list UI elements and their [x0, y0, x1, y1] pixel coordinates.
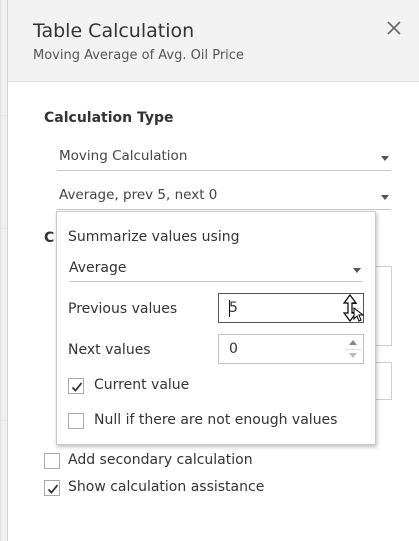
checkmark-icon [47, 484, 59, 494]
close-icon[interactable] [383, 17, 405, 39]
dialog-subtitle: Moving Average of Avg. Oil Price [33, 48, 244, 63]
checkbox-box [44, 453, 60, 469]
previous-values-input[interactable]: 5 [218, 293, 364, 323]
moving-calculation-popup: Summarize values using Average Previous … [56, 211, 376, 445]
spinner-down-icon[interactable] [349, 353, 357, 358]
add-secondary-calculation-label: Add secondary calculation [68, 452, 253, 468]
dropdown-caret-icon [353, 268, 361, 273]
next-values-value: 0 [229, 341, 238, 357]
calculation-type-select[interactable]: Moving Calculation [57, 145, 391, 171]
summarize-values-select[interactable]: Average [69, 258, 363, 282]
calculation-type-heading: Calculation Type [44, 110, 174, 126]
spinner-up-icon[interactable] [349, 299, 357, 304]
next-values-spinner[interactable] [345, 337, 361, 361]
current-value-label: Current value [94, 377, 190, 393]
dialog-header: Table Calculation Moving Average of Avg.… [8, 0, 419, 82]
next-values-label: Next values [68, 342, 151, 358]
checkbox-box [68, 378, 84, 394]
checkbox-box [68, 413, 84, 429]
dropdown-caret-icon [381, 156, 389, 161]
dropdown-caret-icon [381, 195, 389, 200]
previous-values-label: Previous values [68, 301, 178, 317]
previous-values-spinner[interactable] [345, 296, 361, 320]
spinner-down-icon[interactable] [349, 312, 357, 317]
calculation-type-value: Moving Calculation [59, 148, 188, 164]
next-values-input[interactable]: 0 [218, 334, 364, 364]
null-if-not-enough-label: Null if there are not enough values [94, 412, 338, 428]
text-cursor [229, 300, 230, 317]
summarize-values-label: Summarize values using [68, 229, 240, 245]
compute-using-heading-partial: C [44, 230, 55, 246]
previous-values-value: 5 [229, 300, 238, 316]
dialog-title: Table Calculation [33, 20, 195, 42]
show-calculation-assistance-label: Show calculation assistance [68, 479, 265, 495]
spinner-up-icon[interactable] [349, 340, 357, 345]
calculation-summary-select[interactable]: Average, prev 5, next 0 [57, 184, 391, 210]
calculation-summary-value: Average, prev 5, next 0 [59, 187, 218, 203]
checkbox-box [44, 480, 60, 496]
checkmark-icon [71, 382, 83, 392]
summarize-values-value: Average [69, 260, 127, 276]
